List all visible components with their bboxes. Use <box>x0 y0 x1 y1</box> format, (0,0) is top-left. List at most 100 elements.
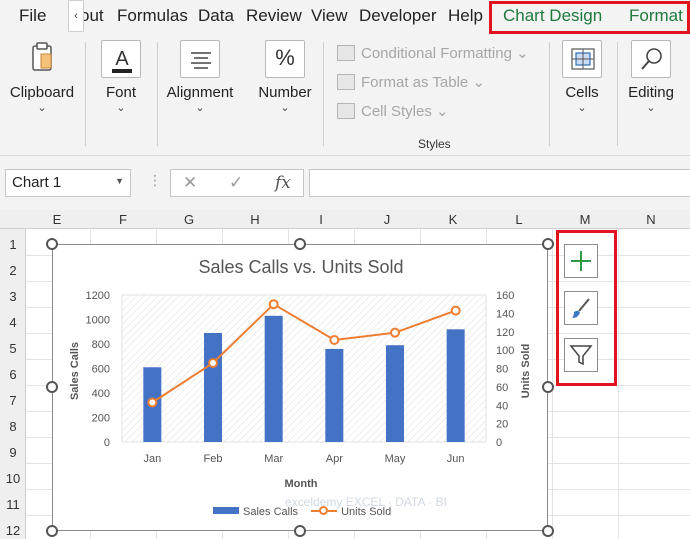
y2-tick-label[interactable]: 80 <box>496 364 508 376</box>
tab-formulas[interactable]: Formulas <box>117 6 188 26</box>
enter-icon[interactable]: ✓ <box>229 173 243 193</box>
name-box[interactable]: Chart 1 ▼ <box>5 169 131 197</box>
resize-handle[interactable] <box>294 525 306 537</box>
point-units-sold[interactable] <box>208 357 218 368</box>
chart-area[interactable]: Sales Calls vs. Units Sold 0 200 400 600 800… <box>52 244 548 531</box>
chart-styles-button[interactable] <box>564 291 598 325</box>
row-header[interactable]: 10 <box>0 471 26 486</box>
conditional-formatting-button[interactable]: Conditional Formatting ⌄ <box>337 44 529 62</box>
row-header[interactable]: 11 <box>0 497 26 512</box>
y2-tick-label[interactable]: 40 <box>496 400 508 412</box>
y-axis-title[interactable]: Sales Calls <box>69 319 81 423</box>
row-header[interactable]: 5 <box>0 341 26 356</box>
resize-handle[interactable] <box>294 238 306 250</box>
editing-group[interactable]: Editing ⌄ <box>624 40 678 114</box>
alignment-group[interactable]: Alignment ⌄ <box>163 40 237 114</box>
y2-tick-label[interactable]: 60 <box>496 382 508 394</box>
highlight-box-chart-tabs <box>489 1 690 34</box>
resize-handle[interactable] <box>542 238 554 250</box>
insert-function-icon[interactable]: fx <box>275 173 291 193</box>
y-tick-label[interactable]: 800 <box>92 339 110 351</box>
column-header-m[interactable]: M <box>552 212 618 227</box>
point-units-sold[interactable] <box>450 305 461 316</box>
row-header[interactable]: 9 <box>0 445 26 460</box>
tab-help[interactable]: Help <box>448 6 483 26</box>
column-header-n[interactable]: N <box>618 212 684 227</box>
tab-file[interactable]: File <box>19 6 46 26</box>
row-header[interactable]: 3 <box>0 289 26 304</box>
column-header-l[interactable]: L <box>486 212 552 227</box>
x-tick-label[interactable]: Jan <box>143 453 161 465</box>
row-headers: 1 2 3 4 5 6 7 8 9 10 11 12 <box>0 229 26 539</box>
row-header[interactable]: 1 <box>0 237 26 252</box>
x-tick-label[interactable]: Apr <box>326 453 343 465</box>
cells-group[interactable]: Cells ⌄ <box>556 40 608 114</box>
bar-sales-calls[interactable] <box>446 329 465 442</box>
y-tick-label[interactable]: 400 <box>92 388 110 400</box>
column-header-j[interactable]: J <box>354 212 420 227</box>
resize-handle[interactable] <box>46 525 58 537</box>
tab-developer[interactable]: Developer <box>359 6 437 26</box>
clipboard-group[interactable]: Clipboard ⌄ <box>6 40 78 114</box>
percent-icon: % <box>265 40 305 78</box>
column-header-h[interactable]: H <box>222 212 288 227</box>
tab-review[interactable]: Review <box>246 6 302 26</box>
drag-handle-icon[interactable]: ⋮ <box>148 172 162 189</box>
row-header[interactable]: 7 <box>0 393 26 408</box>
y2-tick-label[interactable]: 20 <box>496 419 508 431</box>
secondary-y-axis-title[interactable]: Units Sold <box>520 321 532 421</box>
x-tick-label[interactable]: Feb <box>204 453 223 465</box>
resize-handle[interactable] <box>542 525 554 537</box>
y2-tick-label[interactable]: 160 <box>496 290 514 302</box>
y2-tick-label[interactable]: 100 <box>496 345 514 357</box>
y-tick-label[interactable]: 1200 <box>86 290 110 302</box>
y2-tick-label[interactable]: 120 <box>496 327 514 339</box>
chevron-down-icon[interactable]: ▼ <box>115 176 124 186</box>
bar-sales-calls[interactable] <box>386 345 404 442</box>
plot-area[interactable] <box>121 294 487 443</box>
cancel-icon[interactable]: ✕ <box>183 173 197 193</box>
x-axis-title[interactable]: Month <box>53 478 549 490</box>
bar-sales-calls[interactable] <box>325 348 344 442</box>
column-header-e[interactable]: E <box>24 212 90 227</box>
tab-view[interactable]: View <box>311 6 348 26</box>
brush-icon <box>572 298 590 318</box>
row-header[interactable]: 2 <box>0 263 26 278</box>
formula-input[interactable] <box>309 169 690 197</box>
resize-handle[interactable] <box>46 238 58 250</box>
exceldemy-watermark: exceldemy EXCEL · DATA · BI <box>285 495 447 509</box>
point-units-sold[interactable] <box>147 397 158 408</box>
bar-sales-calls[interactable] <box>204 332 222 442</box>
y-tick-label[interactable]: 200 <box>92 413 110 425</box>
column-header-k[interactable]: K <box>420 212 486 227</box>
y2-tick-label[interactable]: 0 <box>496 437 502 449</box>
chart-filters-button[interactable] <box>564 338 598 372</box>
row-header[interactable]: 4 <box>0 315 26 330</box>
y2-tick-label[interactable]: 140 <box>496 308 514 320</box>
y-tick-label[interactable]: 1000 <box>86 315 110 327</box>
column-header-i[interactable]: I <box>288 212 354 227</box>
cell-styles-button[interactable]: Cell Styles ⌄ <box>337 102 449 120</box>
resize-handle[interactable] <box>542 381 554 393</box>
font-group[interactable]: A Font ⌄ <box>94 40 148 114</box>
bar-sales-calls[interactable] <box>264 315 283 442</box>
x-tick-label[interactable]: Jun <box>447 453 465 465</box>
column-header-g[interactable]: G <box>156 212 222 227</box>
tab-scroll-left-button[interactable]: ‹ <box>68 0 84 32</box>
point-units-sold[interactable] <box>390 327 400 338</box>
resize-handle[interactable] <box>46 381 58 393</box>
column-header-f[interactable]: F <box>90 212 156 227</box>
y-tick-label[interactable]: 600 <box>92 364 110 376</box>
tab-data[interactable]: Data <box>198 6 234 26</box>
row-header[interactable]: 8 <box>0 419 26 434</box>
chart-elements-button[interactable] <box>564 244 598 278</box>
point-units-sold[interactable] <box>329 335 340 346</box>
row-header[interactable]: 12 <box>0 523 26 538</box>
x-tick-label[interactable]: May <box>385 453 406 465</box>
y-tick-label[interactable]: 0 <box>104 437 110 449</box>
row-header[interactable]: 6 <box>0 367 26 382</box>
number-group[interactable]: % Number ⌄ <box>254 40 316 114</box>
format-as-table-button[interactable]: Format as Table ⌄ <box>337 73 485 91</box>
x-tick-label[interactable]: Mar <box>264 453 283 465</box>
point-units-sold[interactable] <box>268 299 279 310</box>
